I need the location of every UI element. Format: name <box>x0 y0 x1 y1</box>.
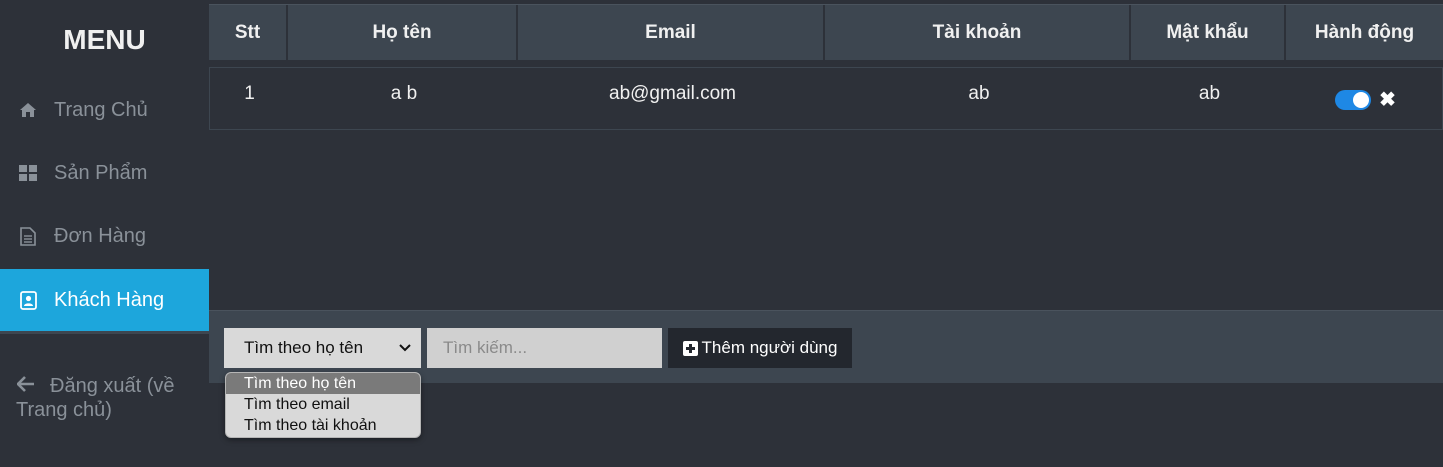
logout-link[interactable]: Đăng xuất (về Trang chủ) <box>16 374 201 422</box>
contact-book-icon <box>18 290 38 310</box>
column-header: Stt <box>209 5 288 61</box>
dropdown-option[interactable]: Tìm theo họ tên <box>226 373 420 395</box>
dropdown-option[interactable]: Tìm theo tài khoản <box>226 416 420 437</box>
select-value: Tìm theo họ tên <box>244 338 364 357</box>
column-header: Họ tên <box>288 5 518 61</box>
document-icon <box>18 226 38 246</box>
cell-email: ab@gmail.com <box>609 83 736 104</box>
column-header: Email <box>518 5 825 61</box>
add-user-label: Thêm người dùng <box>701 338 838 357</box>
column-header: Hành động <box>1314 22 1415 43</box>
chevron-down-icon <box>397 339 413 355</box>
sidebar-item-products[interactable]: Sản Phẩm <box>0 142 209 204</box>
cell-password: ab <box>1198 83 1221 104</box>
column-header: Tài khoản <box>825 5 1131 61</box>
grid-icon <box>18 163 38 183</box>
cell-username: ab <box>968 83 990 104</box>
sidebar-item-label: Sản Phẩm <box>54 161 148 184</box>
search-type-select[interactable]: Tìm theo họ tên <box>224 328 421 368</box>
delete-icon[interactable]: ✖ <box>1379 90 1396 110</box>
sidebar-item-customers[interactable]: Khách Hàng <box>0 269 209 331</box>
column-header: Mật khẩu <box>1131 5 1286 61</box>
cell-name: a b <box>390 83 418 104</box>
dropdown-option[interactable]: Tìm theo email <box>226 394 420 415</box>
logout-label: Đăng xuất (về Trang chủ) <box>16 375 175 421</box>
sidebar-item-home[interactable]: Trang Chủ <box>0 79 209 141</box>
customer-table: Stt Họ tên Email Tài khoản Mật khẩu Hành… <box>209 4 1443 130</box>
plus-square-icon <box>682 340 698 356</box>
sidebar-item-orders[interactable]: Đơn Hàng <box>0 205 209 267</box>
arrow-left-icon <box>16 374 36 398</box>
sidebar-item-label: Trang Chủ <box>54 98 148 121</box>
search-type-dropdown: Tìm theo họ tên Tìm theo email Tìm theo … <box>225 372 421 438</box>
add-user-button[interactable]: Thêm người dùng <box>668 328 852 368</box>
cell-stt: 1 <box>244 83 255 104</box>
sidebar-item-label: Khách Hàng <box>54 288 165 311</box>
menu-title: MENU <box>63 24 146 55</box>
sidebar-item-label: Đơn Hàng <box>54 224 147 247</box>
table-row: 1 a b ab@gmail.com ab ab ✖ <box>209 67 1443 130</box>
cell-actions: ✖ <box>1287 74 1443 126</box>
table-header: Stt Họ tên Email Tài khoản Mật khẩu Hành… <box>209 4 1443 61</box>
home-icon <box>18 100 38 120</box>
search-input[interactable] <box>427 328 662 368</box>
enable-toggle[interactable] <box>1335 90 1372 110</box>
sidebar: MENU Trang Chủ Sản Phẩm Đơn Hàng Khách H… <box>0 0 209 467</box>
sidebar-divider <box>0 331 209 334</box>
